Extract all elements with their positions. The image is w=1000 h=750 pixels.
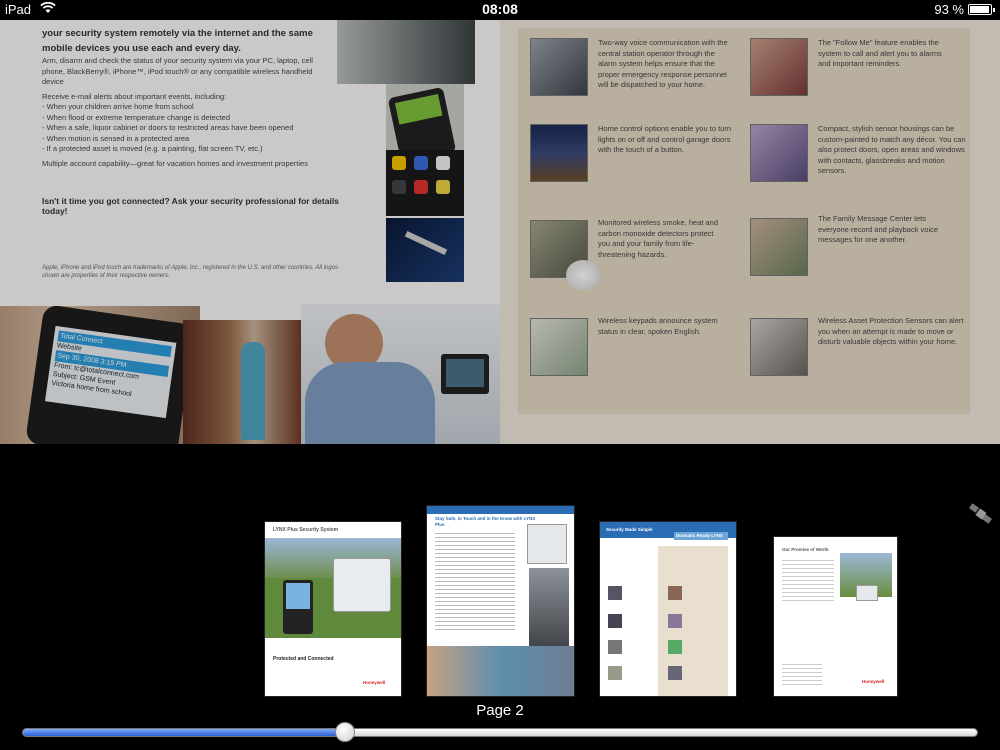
status-bar: iPad 08:08 93 % [0,0,1000,20]
thumbnail-title: Security Made Simple [606,527,653,532]
thumbnail-page-4[interactable]: Our Promise of Worth Honeywell [773,536,898,697]
scrubber-knob[interactable] [335,722,356,742]
thumbnail-page-1[interactable]: LYNX Plus Security System Protected and … [264,521,402,697]
thumbnail-caption: Protected and Connected [273,656,334,662]
clock: 08:08 [482,1,518,17]
page-scrubber[interactable] [22,722,978,742]
page-thumbnails: LYNX Plus Security System Protected and … [0,444,1000,700]
document-dim-overlay [0,20,1000,444]
thumbnail-title: LYNX Plus Security System [273,527,339,533]
page-indicator: Page 2 [476,702,524,719]
thumbnail-banner: Dramatic Ready LYNX [674,532,728,540]
satellite-icon[interactable] [966,499,996,529]
thumbnail-page-2[interactable]: Stay Safe, in Touch and in the Know with… [426,505,575,697]
thumbnail-brand: Honeywell [363,680,386,685]
battery-icon [968,4,995,15]
battery-indicator: 93 % [934,2,995,17]
thumbnail-title: Our Promise of Worth [782,547,829,552]
scrubber-fill [23,729,346,736]
battery-percent: 93 % [934,2,964,17]
thumbnail-page-3[interactable]: Security Made Simple Dramatic Ready LYNX [599,521,737,697]
thumbnail-brand: Honeywell [862,679,885,684]
